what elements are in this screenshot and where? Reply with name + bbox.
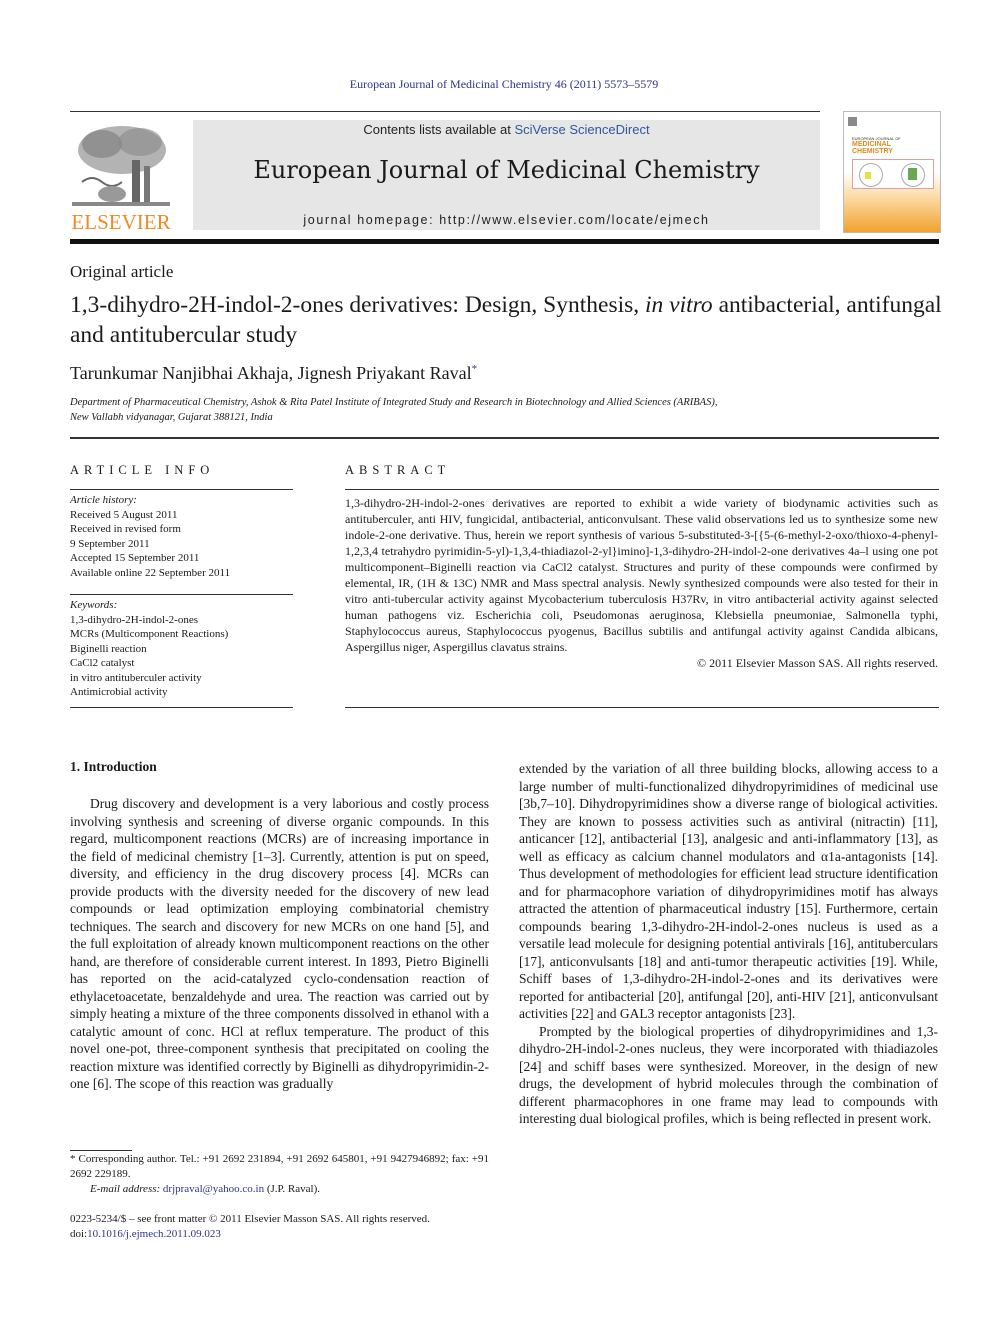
footnote-rule xyxy=(70,1150,132,1151)
title-part1: 1,3-dihydro-2H-indol-2-ones derivatives:… xyxy=(70,292,646,318)
cover-logo-icon xyxy=(848,117,857,126)
authors: Tarunkumar Nanjibhai Akhaja, Jignesh Pri… xyxy=(70,363,477,384)
keyword-item: Biginelli reaction xyxy=(70,642,147,655)
email-line: E-mail address: drjpraval@yahoo.co.in (J… xyxy=(70,1182,489,1197)
article-history: Article history: Received 5 August 2011 … xyxy=(70,493,293,580)
title-italic: in vitro xyxy=(645,292,713,318)
email-link[interactable]: drjpraval@yahoo.co.in xyxy=(163,1183,264,1195)
cover-figure xyxy=(852,159,934,189)
history-item: 9 September 2011 xyxy=(70,537,150,550)
journal-homepage[interactable]: journal homepage: http://www.elsevier.co… xyxy=(193,213,820,227)
keyword-item: CaCl2 catalyst xyxy=(70,657,135,669)
contents-line: Contents lists available at SciVerse Sci… xyxy=(193,122,820,137)
header-rule xyxy=(70,111,820,112)
elsevier-tree-icon xyxy=(72,126,170,206)
sciencedirect-link[interactable]: SciVerse ScienceDirect xyxy=(514,122,649,137)
journal-banner: Contents lists available at SciVerse Sci… xyxy=(193,120,820,230)
article-info-rule-bottom xyxy=(70,707,293,708)
article-info-rule-top xyxy=(70,489,293,490)
body-column-left: Drug discovery and development is a very… xyxy=(70,795,489,1093)
intro-paragraph-2: Prompted by the biological properties of… xyxy=(519,1023,938,1127)
journal-cover-thumbnail[interactable]: EUROPEAN JOURNAL OF MEDICINAL CHEMISTRY xyxy=(843,111,941,233)
header-thick-rule xyxy=(70,239,939,244)
elsevier-logo[interactable]: ELSEVIER xyxy=(70,118,172,234)
elsevier-wordmark: ELSEVIER xyxy=(71,210,171,234)
history-label: Article history: xyxy=(70,494,137,506)
journal-citation[interactable]: European Journal of Medicinal Chemistry … xyxy=(0,77,992,92)
cover-figure-highlight xyxy=(865,172,871,179)
issn-line: 0223-5234/$ – see front matter © 2011 El… xyxy=(70,1213,430,1225)
affiliation-line2: New Vallabh vidyanagar, Gujarat 388121, … xyxy=(70,412,273,423)
article-info-rule-mid xyxy=(70,594,293,595)
article-info-heading: ARTICLE INFO xyxy=(70,463,215,477)
cover-line3: CHEMISTRY xyxy=(852,148,893,155)
affiliation: Department of Pharmaceutical Chemistry, … xyxy=(70,395,930,425)
article-type: Original article xyxy=(70,262,174,281)
abstract-heading: ABSTRACT xyxy=(345,463,451,477)
corresponding-author-mark[interactable]: * xyxy=(472,363,478,375)
email-label: E-mail address: xyxy=(90,1183,163,1195)
keyword-item: 1,3-dihydro-2H-indol-2-ones xyxy=(70,613,199,626)
history-item: Received in revised form xyxy=(70,523,181,535)
keyword-item: Antimicrobial activity xyxy=(70,686,168,698)
contents-prefix: Contents lists available at xyxy=(363,122,515,137)
cover-figure-shape xyxy=(908,168,917,180)
abstract-text: 1,3-dihydro-2H-indol-2-ones derivatives … xyxy=(345,496,938,654)
affiliation-line1: Department of Pharmaceutical Chemistry, … xyxy=(70,397,718,408)
intro-paragraph-1-cont: extended by the variation of all three b… xyxy=(519,761,938,1021)
doi-link[interactable]: 10.1016/j.ejmech.2011.09.023 xyxy=(87,1228,221,1240)
abstract-rule-top xyxy=(345,489,939,490)
cover-line2: MEDICINAL xyxy=(852,141,891,148)
keywords: Keywords: 1,3-dihydro-2H-indol-2-ones MC… xyxy=(70,598,293,700)
history-item: Accepted 15 September 2011 xyxy=(70,552,200,564)
doi-label: doi: xyxy=(70,1228,88,1240)
footnote: * Corresponding author. Tel.: +91 2692 2… xyxy=(70,1152,489,1197)
cover-figure-wheel-left xyxy=(859,163,883,187)
title-rule xyxy=(70,437,939,439)
history-item: Received 5 August 2011 xyxy=(70,508,178,521)
corresponding-author-note: * Corresponding author. Tel.: +91 2692 2… xyxy=(70,1153,489,1180)
keyword-item: MCRs (Multicomponent Reactions) xyxy=(70,628,229,640)
author-names: Tarunkumar Nanjibhai Akhaja, Jignesh Pri… xyxy=(70,363,472,383)
cover-title: MEDICINAL CHEMISTRY xyxy=(852,141,893,155)
keywords-label: Keywords: xyxy=(70,599,118,611)
abstract-copyright: © 2011 Elsevier Masson SAS. All rights r… xyxy=(697,656,938,670)
email-suffix: (J.P. Raval). xyxy=(264,1183,320,1195)
abstract-rule-bottom xyxy=(345,707,939,708)
intro-paragraph-1: Drug discovery and development is a very… xyxy=(70,796,489,1091)
abstract-body: 1,3-dihydro-2H-indol-2-ones derivatives … xyxy=(345,495,938,671)
doi-line: doi:10.1016/j.ejmech.2011.09.023 xyxy=(70,1227,500,1242)
history-item: Available online 22 September 2011 xyxy=(70,566,231,579)
article-title: 1,3-dihydro-2H-indol-2-ones derivatives:… xyxy=(70,290,950,350)
issn-block: 0223-5234/$ – see front matter © 2011 El… xyxy=(70,1212,500,1242)
keyword-item: in vitro antituberculer activity xyxy=(70,671,202,684)
section-heading-introduction: 1. Introduction xyxy=(70,759,157,774)
body-column-right: extended by the variation of all three b… xyxy=(519,760,938,1128)
journal-title: European Journal of Medicinal Chemistry xyxy=(253,156,760,184)
